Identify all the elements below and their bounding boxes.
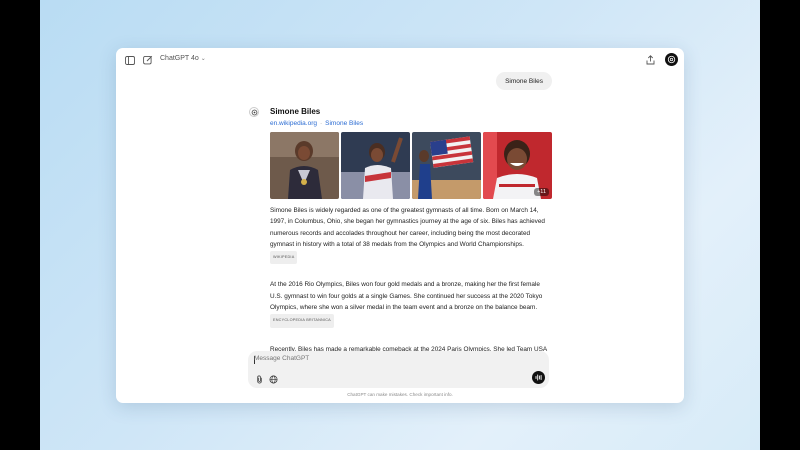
- assistant-avatar-icon: [249, 107, 259, 117]
- assistant-response: Simone Biles en.wikipedia.org · Simone Bil…: [270, 107, 552, 366]
- model-selector[interactable]: ChatGPT 4o ⌄: [160, 55, 206, 62]
- sidebar-icon[interactable]: [124, 54, 136, 66]
- image-thumbnail[interactable]: +11: [483, 132, 552, 199]
- source-tag[interactable]: ENCYCLOPEDIA BRITANNICA: [270, 314, 334, 328]
- source-tag[interactable]: WIKIPEDIA: [270, 251, 298, 265]
- response-paragraph: Simone Biles is widely regarded as one o…: [270, 205, 552, 265]
- response-paragraph: At the 2016 Rio Olympics, Biles won four…: [270, 279, 552, 328]
- chevron-down-icon: ⌄: [200, 56, 206, 62]
- more-images-badge[interactable]: +11: [534, 188, 549, 196]
- image-thumbnail[interactable]: [412, 132, 481, 199]
- image-carousel: +11: [270, 132, 552, 199]
- disclaimer-note: ChatGPT can make mistakes. Check importa…: [347, 392, 453, 397]
- entity-title: Simone Biles: [270, 107, 321, 116]
- attach-icon[interactable]: [254, 374, 264, 384]
- source-domain-link[interactable]: en.wikipedia.org: [270, 120, 317, 127]
- message-input[interactable]: [254, 355, 454, 362]
- user-message-bubble: Simone Biles: [496, 72, 552, 90]
- source-article-link[interactable]: Simone Biles: [325, 120, 363, 127]
- globe-icon[interactable]: [268, 374, 278, 384]
- paragraph-text: Simone Biles is widely regarded as one o…: [270, 207, 545, 248]
- source-separator: ·: [319, 120, 323, 127]
- message-composer: [248, 351, 549, 388]
- voice-mode-button[interactable]: [532, 371, 545, 384]
- image-thumbnail[interactable]: [341, 132, 410, 199]
- new-chat-icon[interactable]: [142, 54, 154, 66]
- source-line: en.wikipedia.org · Simone Biles: [270, 119, 552, 128]
- desktop-background: ChatGPT 4o ⌄ Simone Biles Simone Biles en…: [40, 0, 760, 450]
- chat-window: ChatGPT 4o ⌄ Simone Biles Simone Biles en…: [116, 48, 684, 403]
- share-icon[interactable]: [644, 54, 656, 66]
- waveform-icon: [535, 374, 542, 381]
- image-thumbnail[interactable]: [270, 132, 339, 199]
- avatar[interactable]: [665, 53, 678, 66]
- model-label: ChatGPT 4o: [160, 55, 199, 62]
- paragraph-text: At the 2016 Rio Olympics, Biles won four…: [270, 281, 543, 312]
- user-message-text: Simone Biles: [505, 77, 543, 85]
- top-bar: ChatGPT 4o ⌄: [116, 48, 684, 72]
